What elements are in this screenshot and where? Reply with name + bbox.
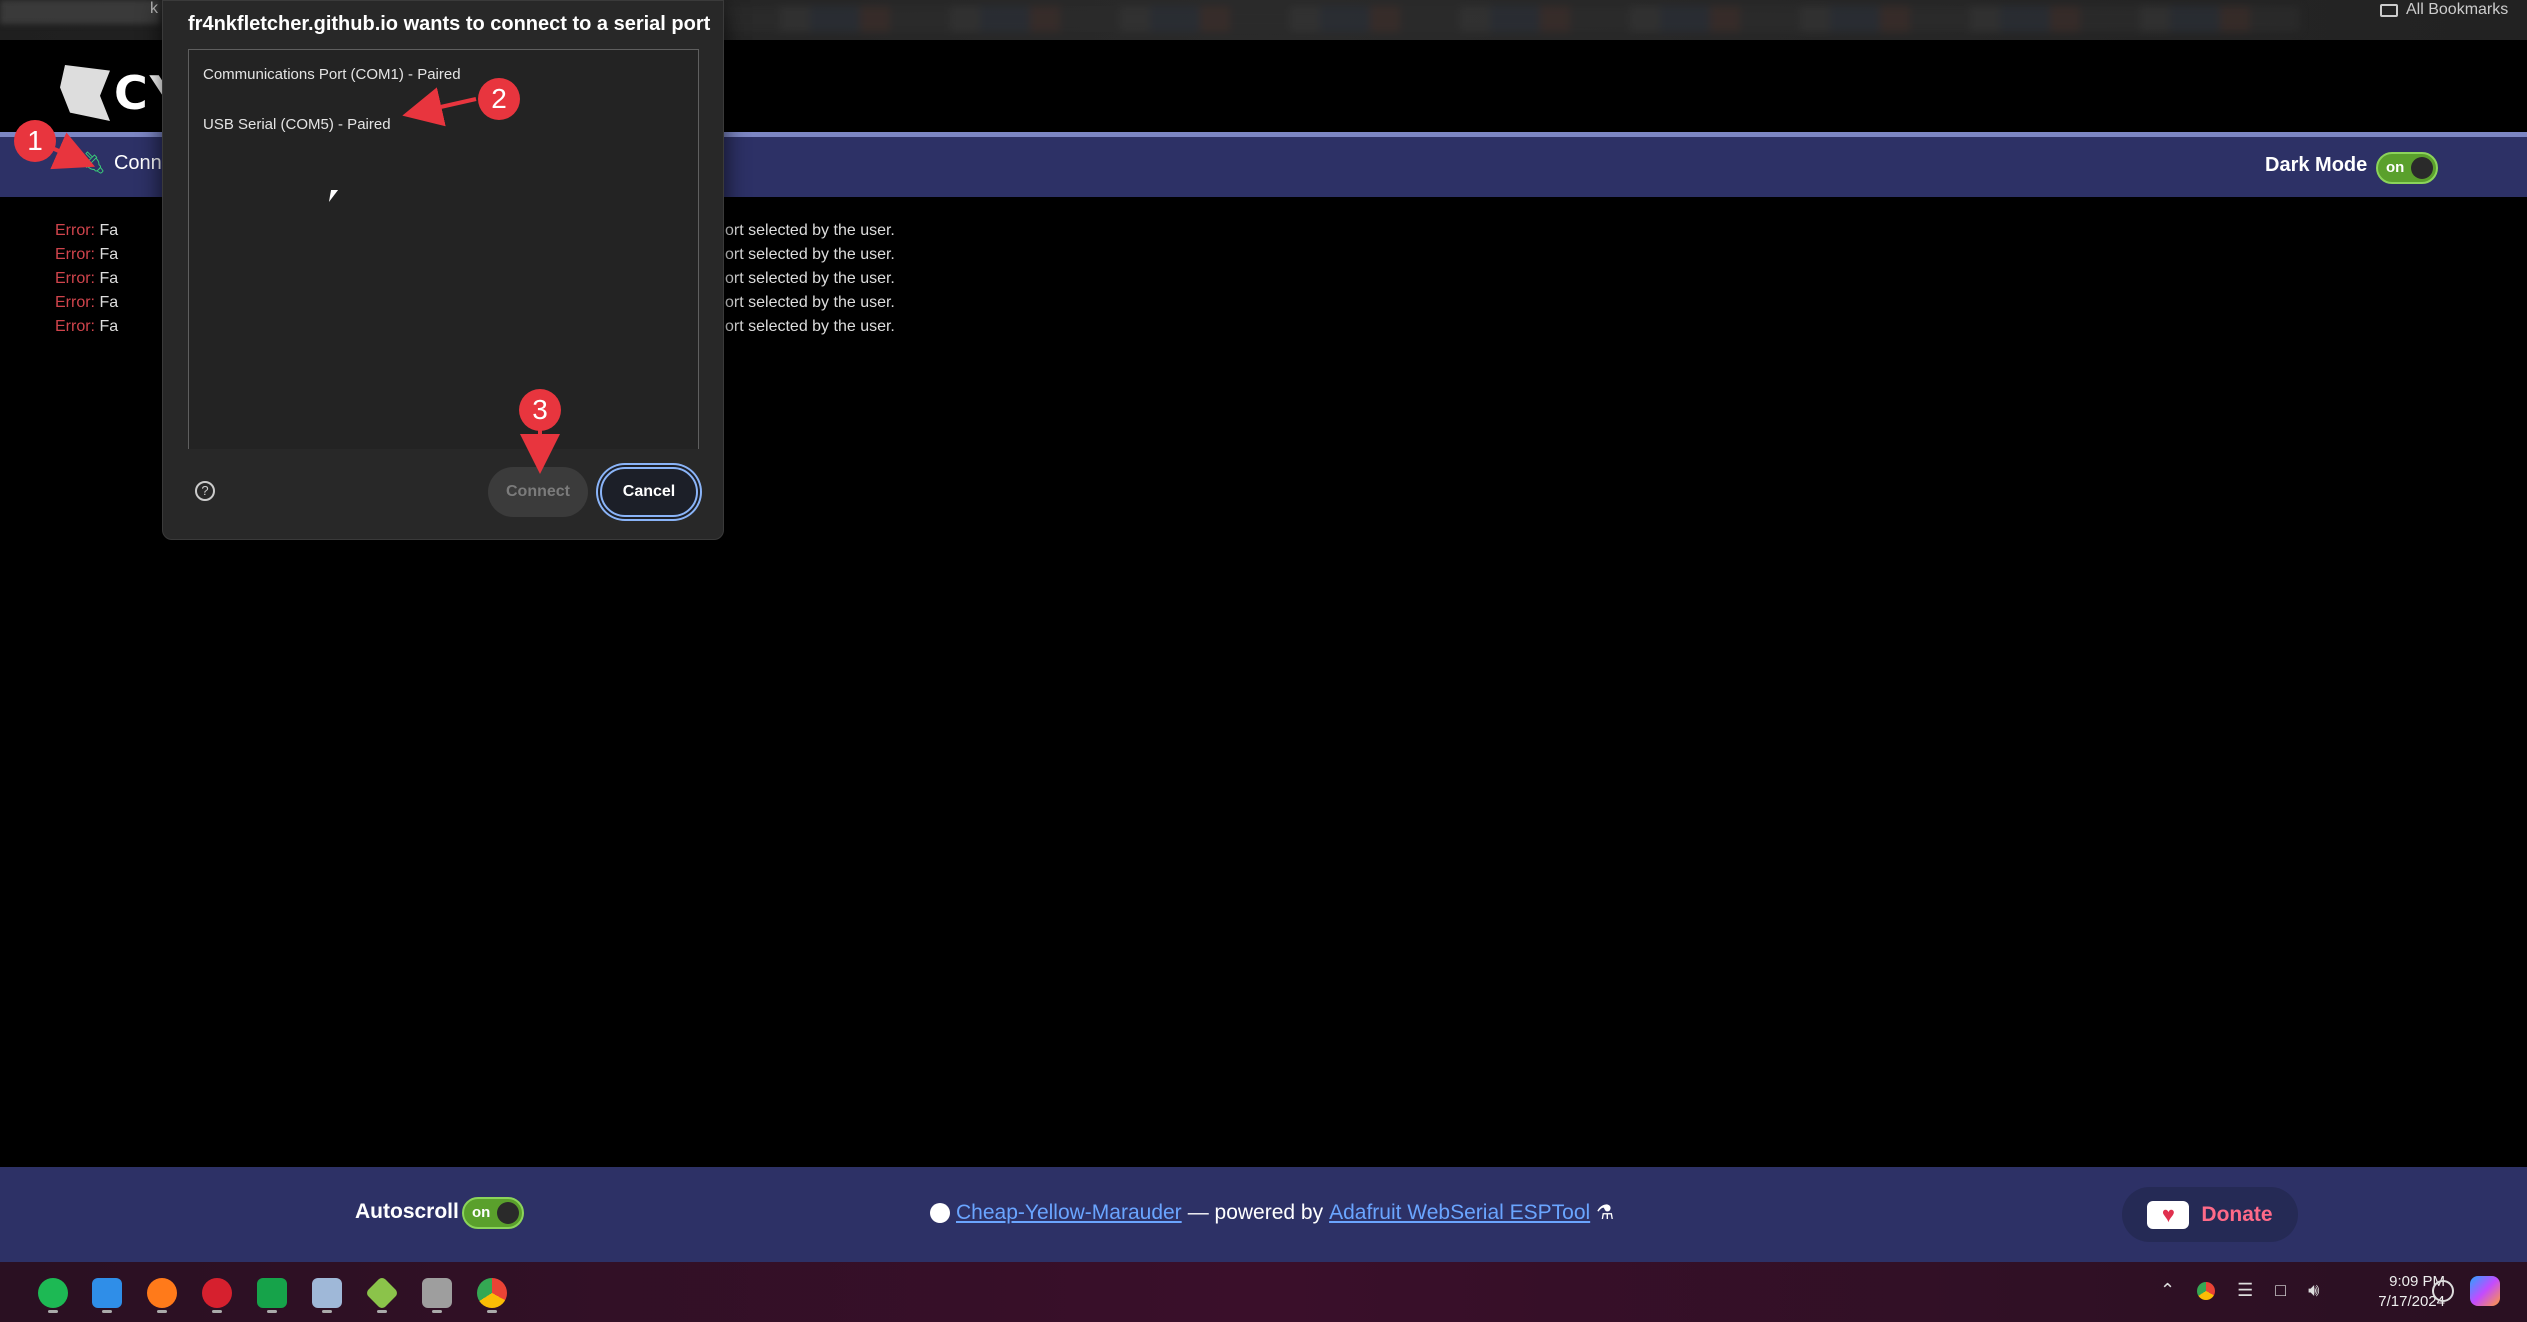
- callout-1-arrow: [50, 132, 95, 170]
- callout-badge-1: 1: [14, 120, 56, 162]
- annotation-arrows: [50, 87, 560, 474]
- callout-2-arrow: [402, 87, 477, 127]
- callout-badge-3: 3: [519, 389, 561, 431]
- callout-badge-2: 2: [478, 78, 520, 120]
